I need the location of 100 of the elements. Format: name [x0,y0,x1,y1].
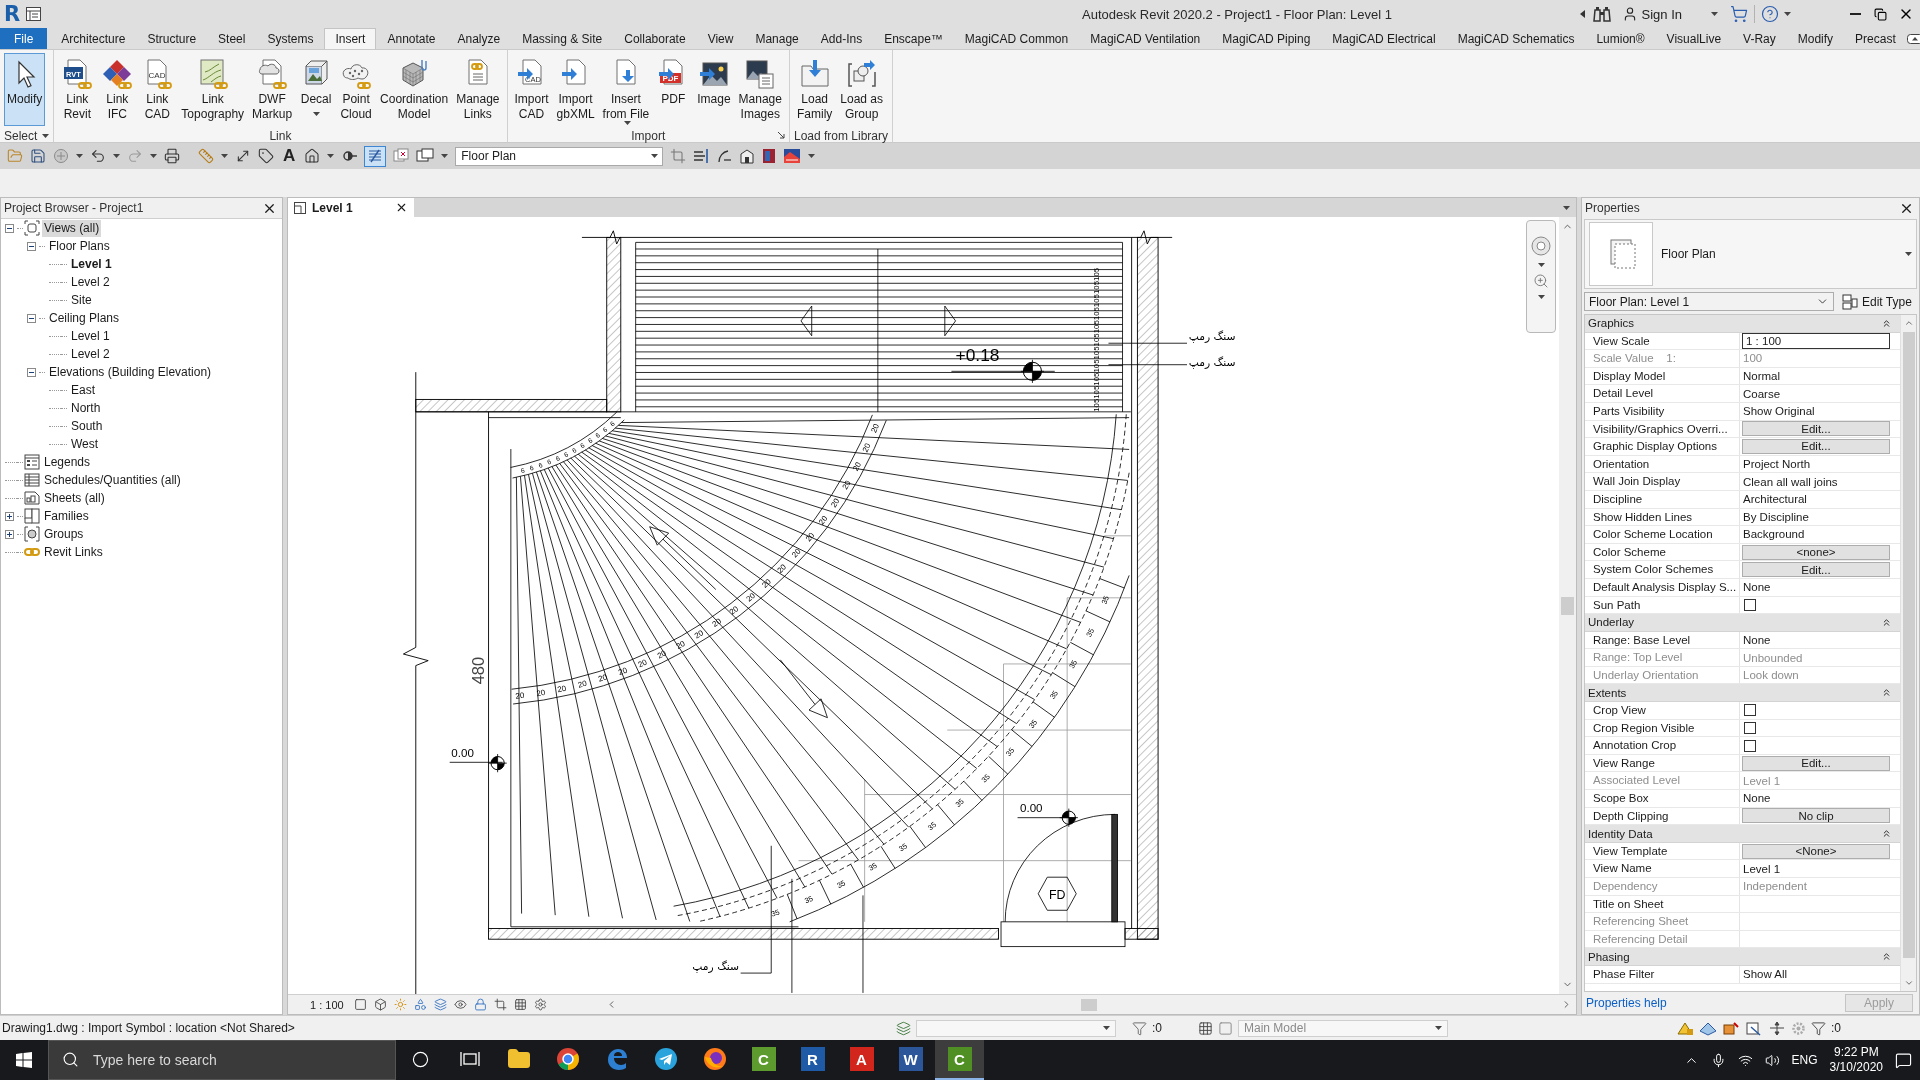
ribbon-button[interactable]: Link Topography [178,53,248,126]
value-button[interactable]: Edit... [1742,755,1890,771]
ribbon-tab[interactable]: MagiCAD Piping [1211,28,1322,49]
ribbon-tab[interactable]: MagiCAD Schematics [1446,28,1586,49]
scroll-up-icon[interactable] [1903,318,1914,328]
settings-icon[interactable] [533,998,547,1011]
ribbon-tab[interactable]: MagiCAD Electrical [1321,28,1447,49]
thin-lines-toggle[interactable] [364,145,387,167]
ribbon-tab[interactable]: Structure [136,28,208,49]
eye-icon[interactable] [453,998,467,1011]
ribbon-button[interactable]: Modify [4,53,46,126]
sign-in-button[interactable]: Sign In [1618,3,1685,25]
ribbon-button[interactable]: Coordination Model [377,53,452,126]
collapse-toggle[interactable] [27,367,36,377]
tree-item[interactable]: Floor Plans [47,237,112,255]
file-tab[interactable]: File [0,28,48,49]
ribbon-button[interactable]: Import gbXML [553,53,598,126]
panel-icon[interactable] [26,7,41,21]
tree-item[interactable]: Level 2 [69,345,112,363]
edit-type-button[interactable]: Edit Type [1842,293,1912,310]
property-group-header[interactable]: Identity Data [1585,825,1900,843]
tree-item[interactable]: East [69,381,97,399]
diamond-icon[interactable] [1699,1020,1717,1036]
ribbon-tab[interactable]: VisualLive [1655,28,1733,49]
instance-selector[interactable]: Floor Plan: Level 1 [1584,292,1834,311]
wifi-icon[interactable] [1737,1052,1753,1068]
save-icon[interactable] [30,148,46,164]
layers-icon[interactable] [433,998,447,1011]
panel-tile-icon[interactable] [762,148,777,164]
ribbon-button[interactable]: Image [694,53,734,126]
filter-icon[interactable] [1132,1020,1147,1036]
expand-toggle[interactable] [5,529,14,539]
view-selector[interactable]: Floor Plan [455,146,664,166]
collapse-toggle[interactable] [5,223,14,233]
taskbar-app[interactable]: W [886,1040,935,1080]
ribbon-button[interactable]: Insert from File [599,53,653,126]
close-windows-icon[interactable] [393,148,410,164]
checkbox[interactable] [1744,704,1756,717]
layers-icon[interactable] [896,1020,911,1036]
render-icon[interactable] [783,148,802,164]
help-link[interactable]: Properties help [1586,996,1667,1010]
undo-icon[interactable] [90,148,106,164]
ribbon-button[interactable]: Decal [297,53,336,126]
notification-icon[interactable] [1895,1051,1912,1069]
ribbon-button[interactable]: Point Cloud [337,53,376,126]
tree-item[interactable]: Site [69,291,94,309]
ribbon-tab[interactable]: V-Ray [1732,28,1787,49]
ribbon-tab[interactable]: View [696,28,745,49]
tree-item[interactable]: West [69,435,101,453]
tag-icon[interactable] [258,148,274,164]
taskbar-app[interactable]: A [837,1040,886,1080]
microphone-icon[interactable] [1710,1052,1726,1068]
ribbon-tab[interactable]: Systems [256,28,325,49]
type-selector[interactable]: Floor Plan [1584,219,1917,289]
vertical-scrollbar[interactable] [1559,217,1576,994]
square-icon[interactable] [353,998,367,1011]
tree-item[interactable]: Sheets (all) [42,489,107,507]
ribbon-tab[interactable]: Modify [1786,28,1845,49]
shapes-icon[interactable] [413,998,427,1011]
ribbon-tab[interactable]: MagiCAD Common [953,28,1080,49]
expand-toggle[interactable] [5,511,14,521]
ribbon-tab[interactable]: Steel [207,28,257,49]
text-tool[interactable]: A [281,146,298,166]
ribbon-button[interactable]: CAD Link CAD [138,53,177,126]
ribbon-tab[interactable]: MagiCAD Ventilation [1079,28,1212,49]
scroll-down-icon[interactable] [1903,978,1914,988]
checkbox[interactable] [1744,598,1756,611]
taskbar-app[interactable]: C [935,1040,984,1080]
panel-menu[interactable]: Select [4,128,50,143]
ribbon-tab[interactable]: Architecture [50,28,137,49]
value-button[interactable]: No clip [1742,808,1890,824]
tree-item[interactable]: Legends [42,453,93,471]
ribbon-tab[interactable]: Enscape™ [873,28,954,49]
property-group-header[interactable]: Underlay [1585,614,1900,632]
ribbon-tab[interactable]: Massing & Site [511,28,614,49]
filter-icon[interactable] [1811,1020,1826,1036]
ribbon-button[interactable]: Link IFC [98,53,137,126]
property-group-header[interactable]: Phasing [1585,948,1900,966]
help-icon[interactable] [1761,5,1779,23]
diagonal-arrow-icon[interactable] [235,148,251,164]
vertical-scrollbar[interactable] [1900,315,1916,991]
ribbon-tab[interactable]: Add-Ins [809,28,874,49]
scrollbar-thumb[interactable] [1561,596,1574,615]
move-arrows-icon[interactable] [1768,1020,1786,1036]
lock-icon[interactable] [473,998,487,1011]
collapse-toggle[interactable] [27,241,36,251]
grid-icon[interactable] [513,998,527,1011]
taskbar-app[interactable]: R [788,1040,837,1080]
property-group-header[interactable]: Graphics [1585,315,1900,333]
tree-item[interactable]: Level 1 [69,327,112,345]
ribbon-button[interactable]: Manage Links [453,53,503,126]
box-flag-icon[interactable] [1722,1020,1740,1036]
caret-left-icon[interactable] [1579,10,1585,18]
value-button[interactable]: <none> [1742,544,1890,560]
ribbon-tab[interactable]: Analyze [446,28,512,49]
dialog-launcher-icon[interactable] [777,132,785,139]
ribbon-tab[interactable]: Annotate [376,28,447,49]
tree-item[interactable]: Groups [42,525,86,543]
square-slash-icon[interactable] [1745,1020,1763,1036]
ribbon-button[interactable]: Load Family [793,53,836,126]
